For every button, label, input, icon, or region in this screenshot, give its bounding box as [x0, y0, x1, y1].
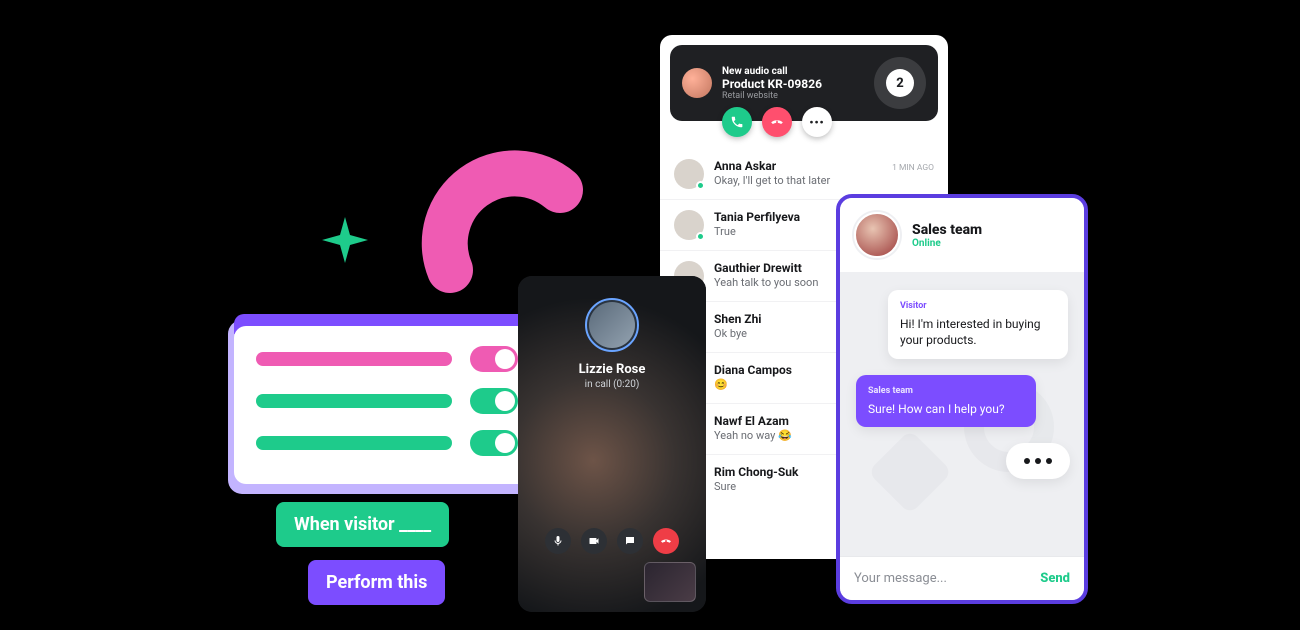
chat-bubble-text: Hi! I'm interested in buying your produc…: [900, 316, 1056, 348]
conversation-name: Gauthier Drewitt: [714, 261, 802, 275]
chat-input-bar: Your message... Send: [840, 556, 1084, 600]
chat-team-status: Online: [912, 238, 982, 249]
video-icon: [588, 535, 600, 547]
call-status: in call (0:20): [518, 379, 706, 390]
conversation-avatar: [674, 210, 704, 240]
phone-icon: [730, 115, 744, 129]
chat-header: Sales team Online: [840, 198, 1084, 272]
call-peer-name: Lizzie Rose: [518, 362, 706, 377]
settings-bar: [256, 352, 452, 366]
settings-row: [256, 430, 518, 456]
conversation-name: Shen Zhi: [714, 312, 761, 326]
conversation-avatar: [674, 159, 704, 189]
hangup-button[interactable]: [653, 528, 679, 554]
chat-icon: [624, 535, 636, 547]
settings-row: [256, 388, 518, 414]
self-video-thumbnail[interactable]: [644, 562, 696, 602]
chat-send-button[interactable]: Send: [1040, 571, 1070, 586]
chat-bubble-text: Sure! How can I help you?: [868, 401, 1024, 417]
conversation-name: Tania Perfilyeva: [714, 210, 800, 224]
conversation-time: 1 MIN AGO: [892, 163, 934, 173]
conversation-name: Anna Askar: [714, 159, 776, 173]
more-call-options-button[interactable]: •••: [802, 107, 832, 137]
video-button[interactable]: [581, 528, 607, 554]
perform-this-tag[interactable]: Perform this: [308, 560, 445, 605]
mute-button[interactable]: [545, 528, 571, 554]
when-visitor-tag[interactable]: When visitor ____: [276, 502, 449, 547]
settings-toggle[interactable]: [470, 388, 518, 414]
presence-indicator-icon: [696, 232, 705, 241]
settings-toggle[interactable]: [470, 430, 518, 456]
decline-call-button[interactable]: [762, 107, 792, 137]
chat-team-avatar: [854, 212, 900, 258]
settings-toggle[interactable]: [470, 346, 518, 372]
conversation-preview: Okay, I'll get to that later: [714, 174, 934, 187]
conversation-name: Rim Chong-Suk: [714, 465, 798, 479]
incoming-call-product: Product KR-09826: [722, 77, 864, 91]
chat-team-name: Sales team: [912, 222, 982, 238]
presence-indicator-icon: [696, 181, 705, 190]
settings-bar: [256, 436, 452, 450]
settings-row: [256, 346, 518, 372]
plus-decoration: [320, 215, 370, 265]
incoming-call-count-ring: 2: [874, 57, 926, 109]
incoming-call-avatar: [682, 68, 712, 98]
chat-widget: Sales team Online Visitor Hi! I'm intere…: [836, 194, 1088, 604]
typing-indicator: [1006, 443, 1070, 479]
chat-message-input[interactable]: Your message...: [854, 571, 947, 586]
incoming-call-site: Retail website: [722, 91, 864, 101]
incoming-call-count: 2: [886, 69, 914, 97]
chat-bubble-visitor: Visitor Hi! I'm interested in buying you…: [888, 290, 1068, 359]
call-avatar: [585, 298, 639, 352]
chat-bubble-sender: Visitor: [900, 300, 1056, 312]
conversation-item[interactable]: Anna Askar 1 MIN AGOOkay, I'll get to tha…: [660, 149, 948, 199]
settings-bar: [256, 394, 452, 408]
mic-icon: [552, 535, 564, 547]
conversation-name: Diana Campos: [714, 363, 792, 377]
hangup-icon: [660, 535, 672, 547]
settings-card: [234, 326, 540, 484]
incoming-call-banner: New audio call Product KR-09826 Retail w…: [670, 45, 938, 121]
chat-button[interactable]: [617, 528, 643, 554]
accept-call-button[interactable]: [722, 107, 752, 137]
chat-bubble-sales: Sales team Sure! How can I help you?: [856, 375, 1036, 427]
chat-bubble-sender: Sales team: [868, 385, 1024, 397]
video-call-panel: Lizzie Rose in call (0:20): [518, 276, 706, 612]
incoming-call-label: New audio call: [722, 66, 864, 77]
hangup-icon: [770, 115, 784, 129]
conversation-name: Nawf El Azam: [714, 414, 789, 428]
